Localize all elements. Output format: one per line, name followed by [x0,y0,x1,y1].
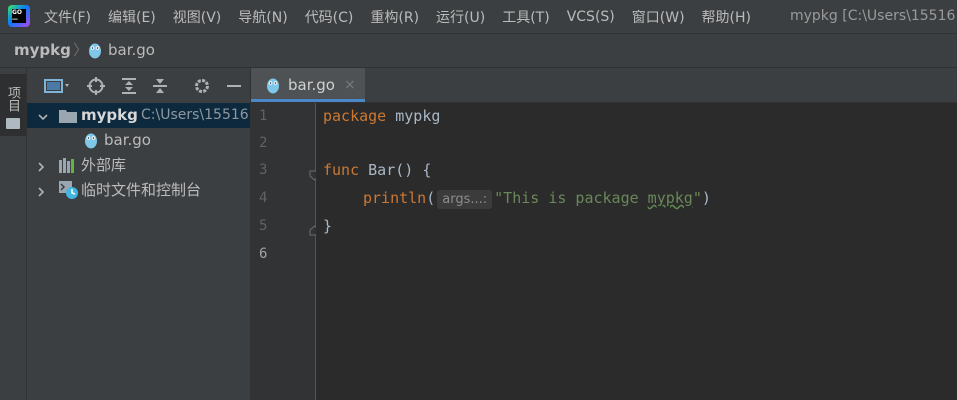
menu-tools[interactable]: 工具(T) [502,7,549,27]
keyword: package [323,107,387,125]
menu-file[interactable]: 文件(F) [44,7,91,27]
go-file-icon [84,132,98,153]
close-icon[interactable]: × [344,68,356,103]
goland-logo-icon[interactable]: GO — [8,5,30,27]
active-tab-indicator [251,99,365,102]
code-line-3: func Bar() { [323,157,431,184]
tree-file-name: bar.go [104,131,151,149]
string-literal-start: "This is package [494,189,648,207]
menu-edit[interactable]: 编辑(E) [108,7,156,27]
menu-help[interactable]: 帮助(H) [702,7,751,27]
scratches-label: 临时文件和控制台 [81,181,202,199]
function-name: Bar [368,161,396,179]
breadcrumb-project[interactable]: mypkg [14,34,71,67]
chevron-right-icon[interactable] [35,184,47,202]
menu-window[interactable]: 窗口(W) [632,7,685,27]
view-selector-icon[interactable] [44,77,74,95]
code-punctuation: ) [701,189,711,207]
tree-item-file[interactable]: bar.go [27,128,250,153]
folder-icon [6,118,20,129]
chevron-down-icon[interactable] [37,109,49,127]
menu-bar: GO — 文件(F) 编辑(E) 视图(V) 导航(N) 代码(C) 重构(R) … [0,0,957,33]
project-toolbar [27,68,251,103]
menu-code[interactable]: 代码(C) [305,7,354,27]
project-tool-label: 项目 [5,86,20,112]
parameter-hint: args...: [437,190,493,209]
tree-item-scratches[interactable]: 临时文件和控制台 [27,178,250,203]
package-name: mypkg [395,107,441,125]
navigation-bar: mypkg 〉 bar.go [0,33,957,68]
window-title: mypkg [C:\Users\15516 [790,8,956,24]
breadcrumb-file[interactable]: bar.go [108,34,155,67]
code-editor[interactable]: package mypkg func Bar() { println(args.… [316,103,957,400]
closing-brace: } [323,217,333,235]
locate-file-icon[interactable] [87,77,105,95]
tree-item-project-root[interactable]: mypkg C:\Users\15516 [27,103,250,128]
external-libraries-label: 外部库 [81,156,127,174]
chevron-right-icon[interactable] [35,159,47,177]
scratches-console-icon [59,181,79,204]
menu-vcs[interactable]: VCS(S) [567,9,615,25]
line-number: 2 [259,135,268,151]
tab-label: bar.go [288,76,335,94]
editor-tab-bar: bar.go × [251,68,957,103]
line-number: 1 [259,108,268,124]
project-root-path: C:\Users\15516 [141,107,249,123]
string-typo-word: mypkg [647,189,693,207]
builtin-call: println [363,189,427,207]
line-number: 3 [259,162,268,178]
breadcrumb-separator-icon: 〉 [73,41,89,59]
tab-bar-go[interactable]: bar.go × [251,68,365,102]
project-panel: mypkg C:\Users\15516 bar.go 外部库 临时文件和控制台 [27,68,251,400]
left-tool-strip: 项目 [0,68,27,400]
project-root-name: mypkg [81,106,138,124]
code-line-5: } [323,213,332,240]
code-punctuation: () { [395,161,432,179]
keyword: func [323,161,360,179]
library-icon [59,158,77,177]
line-number-current: 6 [259,246,268,262]
line-number: 4 [259,190,268,206]
project-tool-tab[interactable]: 项目 [0,74,26,136]
collapse-all-icon[interactable] [151,77,169,95]
menu-run[interactable]: 运行(U) [436,7,485,27]
menu-view[interactable]: 视图(V) [173,7,222,27]
go-file-icon [88,42,102,63]
editor-gutter: 1 2 3 4 5 6 [251,103,320,400]
tree-item-external-libraries[interactable]: 外部库 [27,153,250,178]
code-line-1: package mypkg [323,103,440,130]
settings-gear-icon[interactable] [193,77,211,95]
hide-panel-icon[interactable] [225,77,243,95]
line-number: 5 [259,218,268,234]
string-literal-end: " [692,189,702,207]
code-punctuation: ( [426,189,436,207]
main-menu: 文件(F) 编辑(E) 视图(V) 导航(N) 代码(C) 重构(R) 运行(U… [44,0,768,33]
go-file-icon [266,77,280,98]
folder-icon [59,109,77,127]
expand-all-icon[interactable] [120,77,138,95]
code-line-4: println(args...: "This is package mypkg") [363,185,711,212]
menu-refactor[interactable]: 重构(R) [370,7,419,27]
menu-navigate[interactable]: 导航(N) [238,7,287,27]
